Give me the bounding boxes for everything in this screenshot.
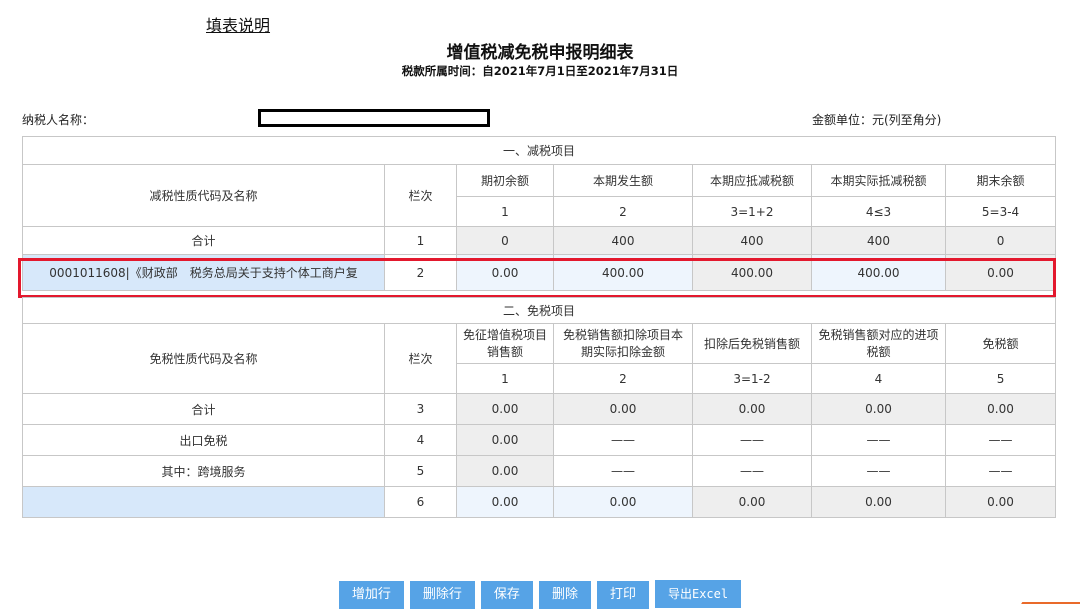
table-row: 其中：跨境服务 5 0.00 —— —— —— ——	[22, 455, 1057, 487]
col-formula: 2	[553, 363, 693, 394]
dash-cell: ——	[811, 455, 946, 487]
col-header: 本期实际抵减税额	[811, 164, 946, 197]
dash-cell: ——	[944, 455, 1057, 487]
tax-period: 税款所属时间：自2021年7月1日至2021年7月31日	[401, 64, 679, 78]
actual-deduction-input[interactable]: 400.00	[811, 254, 946, 291]
taxpayer-name-redacted	[258, 109, 490, 127]
page-title: 增值税减免税申报明细表	[446, 43, 634, 63]
row-line: 2	[384, 254, 457, 291]
col-formula: 4≤3	[811, 196, 946, 227]
col-header: 免税销售额对应的进项税额	[811, 323, 946, 364]
add-row-button[interactable]: 增加行	[338, 581, 404, 609]
exemption-code-select[interactable]	[22, 486, 385, 518]
readonly-cell: 0.00	[456, 455, 554, 487]
readonly-cell: 0	[456, 226, 554, 255]
readonly-cell: 0.00	[692, 486, 812, 518]
table-row: 合计 3 0.00 0.00 0.00 0.00 0.00	[22, 393, 1057, 425]
col-formula: 4	[811, 363, 946, 394]
table-row: 6 0.00 0.00 0.00 0.00 0.00	[22, 486, 1057, 518]
row-line: 3	[384, 393, 457, 425]
readonly-cell: 400	[811, 226, 946, 255]
reduction-line-header: 栏次	[384, 164, 457, 227]
col-header: 免税销售额扣除项目本期实际扣除金额	[553, 323, 693, 364]
reduction-section-title: 一、减税项目	[21, 136, 1057, 165]
dash-cell: ——	[553, 455, 693, 487]
exemption-table: 二、免税项目 免税性质代码及名称 栏次 免征增值税项目销售额 免税销售额扣除项目…	[21, 297, 1057, 518]
row-name: 出口免税	[22, 424, 385, 456]
dash-cell: ——	[553, 424, 693, 456]
col-header: 免征增值税项目销售额	[456, 323, 554, 364]
dash-cell: ——	[692, 455, 812, 487]
table-row: 合计 1 0 400 400 400 0	[22, 226, 1057, 255]
instructions-link[interactable]: 填表说明	[206, 12, 270, 36]
col-header: 本期发生额	[553, 164, 693, 197]
col-header: 扣除后免税销售额	[692, 323, 812, 364]
row-line: 4	[384, 424, 457, 456]
dash-cell: ——	[811, 424, 946, 456]
col-formula: 3=1-2	[692, 363, 812, 394]
button-bar: 增加行 删除行 保存 删除 打印 导出Excel	[0, 580, 1080, 609]
col-header: 免税额	[944, 323, 1057, 364]
readonly-cell: 0.00	[456, 424, 554, 456]
reduction-name-header: 减税性质代码及名称	[22, 164, 385, 227]
readonly-cell: 0	[944, 226, 1057, 255]
col-formula: 5	[944, 363, 1057, 394]
row-line: 1	[384, 226, 457, 255]
deduction-amount-input[interactable]: 0.00	[553, 486, 693, 518]
col-header: 期初余额	[456, 164, 554, 197]
export-excel-button[interactable]: 导出Excel	[654, 580, 742, 608]
amount-unit-label: 金额单位：元(列至角分)	[812, 113, 942, 127]
opening-balance-input[interactable]: 0.00	[456, 254, 554, 291]
readonly-cell: 0.00	[811, 393, 946, 425]
col-header: 本期应抵减税额	[692, 164, 812, 197]
col-formula: 2	[553, 196, 693, 227]
col-formula: 1	[456, 196, 554, 227]
readonly-cell: 0.00	[944, 486, 1057, 518]
row-name: 合计	[22, 393, 385, 425]
readonly-cell: 400	[692, 226, 812, 255]
readonly-cell: 0.00	[456, 393, 554, 425]
delete-button[interactable]: 删除	[538, 581, 591, 609]
readonly-cell: 0.00	[944, 254, 1057, 291]
readonly-cell: 0.00	[553, 393, 693, 425]
table-row: 0001011608|《财政部 税务总局关于支持个体工商户复 2 0.00 40…	[22, 254, 1057, 291]
exemption-line-header: 栏次	[384, 323, 457, 394]
delete-row-button[interactable]: 删除行	[409, 581, 475, 609]
col-header: 期末余额	[944, 164, 1057, 197]
exempt-sales-input[interactable]: 0.00	[456, 486, 554, 518]
print-button[interactable]: 打印	[596, 581, 649, 609]
row-name: 合计	[22, 226, 385, 255]
col-formula: 5=3-4	[944, 196, 1057, 227]
col-formula: 3=1+2	[692, 196, 812, 227]
readonly-cell: 0.00	[944, 393, 1057, 425]
readonly-cell: 0.00	[692, 393, 812, 425]
corner-arrow-icon	[1017, 602, 1080, 610]
taxpayer-name-label: 纳税人名称：	[22, 113, 95, 127]
reduction-code-select[interactable]: 0001011608|《财政部 税务总局关于支持个体工商户复	[22, 254, 385, 291]
readonly-cell: 400.00	[692, 254, 812, 291]
row-line: 5	[384, 455, 457, 487]
dash-cell: ——	[692, 424, 812, 456]
exemption-name-header: 免税性质代码及名称	[22, 323, 385, 394]
readonly-cell: 0.00	[811, 486, 946, 518]
col-formula: 1	[456, 363, 554, 394]
dash-cell: ——	[944, 424, 1057, 456]
row-name: 其中：跨境服务	[22, 455, 385, 487]
table-row: 出口免税 4 0.00 —— —— —— ——	[22, 424, 1057, 456]
exemption-section-title: 二、免税项目	[21, 297, 1057, 324]
readonly-cell: 400	[553, 226, 693, 255]
reduction-table: 一、减税项目 减税性质代码及名称 栏次 期初余额 本期发生额 本期应抵减税额 本…	[21, 136, 1057, 291]
current-amount-input[interactable]: 400.00	[553, 254, 693, 291]
save-button[interactable]: 保存	[480, 581, 533, 609]
row-line: 6	[384, 486, 457, 518]
